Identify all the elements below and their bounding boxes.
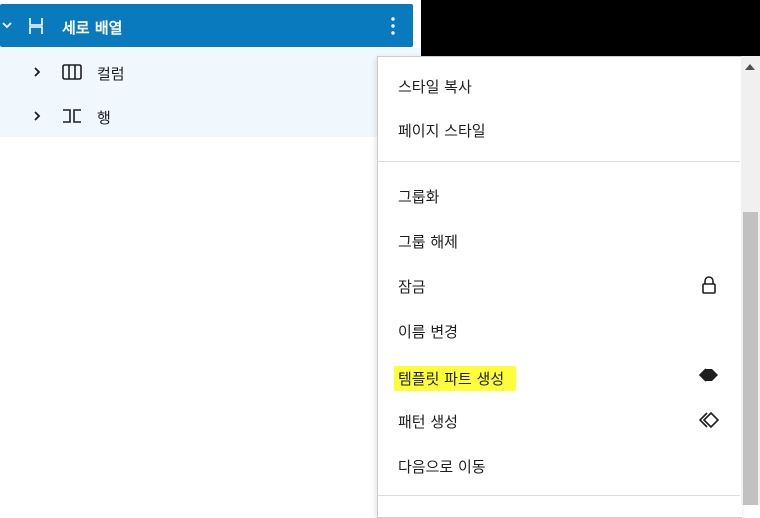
menu-item-rename[interactable]: 이름 변경	[378, 308, 742, 352]
list-view-item-label: 행	[97, 109, 111, 127]
menu-item-label: 패턴 생성	[398, 413, 458, 431]
chevron-down-icon[interactable]	[0, 18, 14, 32]
list-view-item-columns[interactable]: 컬럼	[0, 50, 421, 94]
pattern-icon	[698, 411, 720, 429]
list-view-item-label: 컬럼	[97, 65, 125, 83]
block-options-menu: 스타일 복사 페이지 스타일 그룹화 그룹 해제 잠금 이름 변경 템플릿 파트…	[377, 56, 742, 518]
chevron-right-icon[interactable]	[30, 65, 44, 79]
background-area	[421, 0, 760, 56]
menu-item-page-styles[interactable]: 페이지 스타일	[378, 107, 742, 151]
list-view-children: 컬럼 행	[0, 48, 421, 137]
more-options-icon[interactable]	[384, 15, 402, 37]
menu-item-label: 그룹화	[398, 188, 440, 206]
template-part-icon	[698, 368, 718, 382]
menu-item-copy-styles[interactable]: 스타일 복사	[378, 63, 742, 107]
menu-divider	[378, 495, 740, 496]
menu-scrollbar[interactable]	[741, 56, 760, 505]
menu-item-ungroup[interactable]: 그룹 해제	[378, 218, 742, 262]
chevron-right-icon[interactable]	[30, 109, 44, 123]
menu-item-label: 그룹 해제	[398, 233, 458, 251]
menu-item-label: 페이지 스타일	[398, 122, 486, 140]
menu-item-label: 템플릿 파트 생성	[394, 366, 517, 391]
menu-item-label: 잠금	[398, 278, 426, 296]
scrollbar-thumb[interactable]	[743, 212, 758, 505]
list-view-panel: 세로 배열 컬럼 행	[0, 0, 421, 505]
menu-item-label: 이름 변경	[398, 323, 458, 341]
menu-divider	[378, 161, 740, 162]
list-view-item-row[interactable]: 행	[0, 94, 421, 138]
menu-item-create-template-part[interactable]: 템플릿 파트 생성	[378, 353, 742, 397]
stack-vertical-icon	[29, 18, 43, 34]
scroll-up-arrow-icon[interactable]	[745, 64, 755, 70]
list-view-item-stack[interactable]: 세로 배열	[0, 4, 413, 47]
lock-icon	[702, 276, 716, 294]
menu-item-label: 다음으로 이동	[398, 458, 486, 476]
menu-item-label: 스타일 복사	[398, 78, 472, 96]
menu-item-move-to[interactable]: 다음으로 이동	[378, 443, 742, 487]
columns-icon	[62, 64, 82, 80]
row-icon	[63, 109, 81, 123]
menu-item-create-pattern[interactable]: 패턴 생성	[378, 398, 742, 442]
menu-item-group[interactable]: 그룹화	[378, 173, 742, 217]
menu-item-lock[interactable]: 잠금	[378, 263, 742, 307]
list-view-item-label: 세로 배열	[62, 19, 123, 37]
